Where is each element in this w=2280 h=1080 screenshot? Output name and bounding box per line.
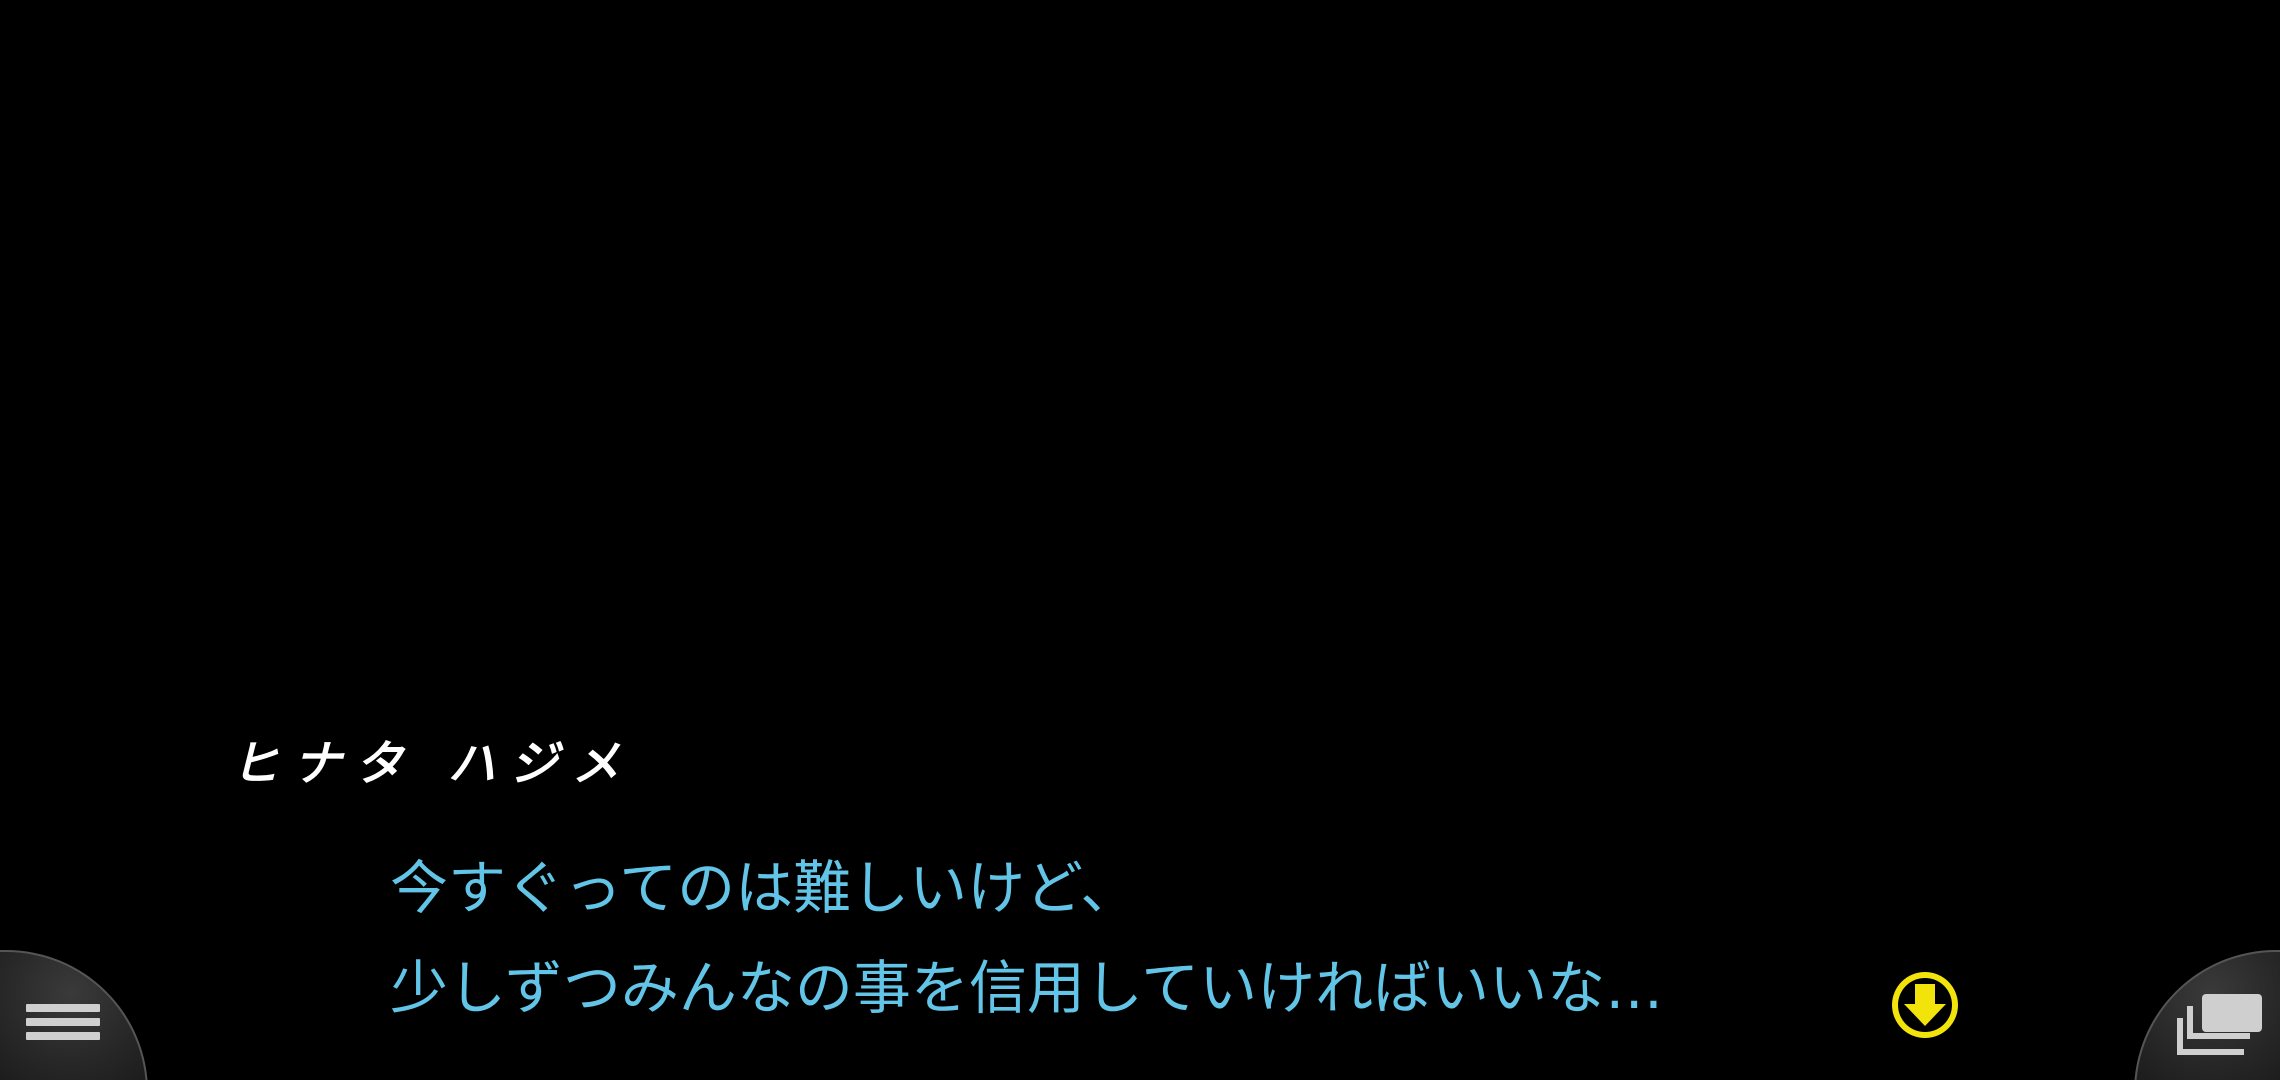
backlog-stack-icon xyxy=(2177,994,2262,1055)
menu-button[interactable] xyxy=(0,950,148,1080)
dialogue-line: 今すぐってのは難しいけど、 xyxy=(390,854,1139,922)
backlog-button[interactable] xyxy=(2134,950,2280,1080)
speaker-name: ヒナタ ハジメ xyxy=(228,736,645,792)
dialogue-box[interactable]: 今すぐってのは難しいけど、 少しずつみんなの事を信用していければいいな… xyxy=(390,838,1790,1038)
game-scene[interactable]: ヒナタ ハジメ 今すぐってのは難しいけど、 少しずつみんなの事を信用していければ… xyxy=(0,0,2280,1080)
dialogue-line: 少しずつみんなの事を信用していければいいな… xyxy=(390,954,1664,1022)
arrow-down-circle-icon xyxy=(1892,972,1958,1038)
advance-button[interactable] xyxy=(1890,970,1960,1040)
hamburger-menu-icon xyxy=(26,1004,100,1050)
